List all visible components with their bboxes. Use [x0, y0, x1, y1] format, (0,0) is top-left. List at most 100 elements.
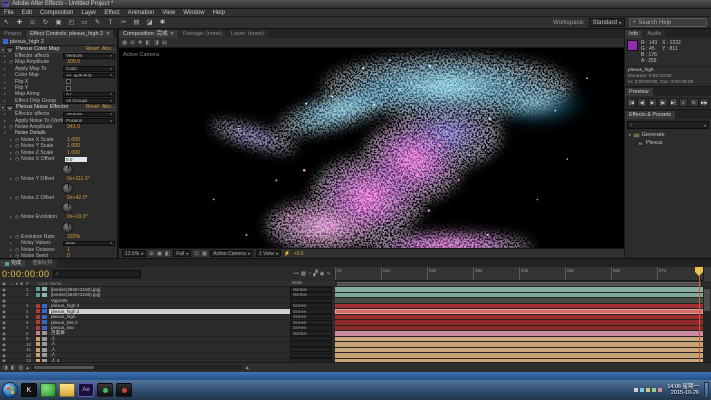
eye-icon[interactable]: ◉ — [0, 292, 8, 297]
fast-previews-icon[interactable]: ⚡ — [284, 251, 291, 257]
expand-transfer-controls-icon[interactable]: ◧ — [11, 365, 16, 371]
play-button[interactable]: ▶ — [648, 98, 657, 107]
property-dropdown[interactable]: Color▾ — [63, 66, 115, 72]
property-dropdown[interactable]: Both▾ — [63, 241, 115, 247]
menu-item[interactable]: View — [158, 10, 179, 16]
layer-name[interactable]: plexus_high — [49, 314, 290, 319]
layer-duration-bar[interactable] — [335, 337, 703, 342]
puppet-tool[interactable]: ✱ — [156, 18, 169, 28]
first-frame-button[interactable]: |◀ — [627, 98, 636, 107]
about-link[interactable]: Abo... — [102, 104, 115, 110]
exposure-value[interactable]: +0.0 — [294, 251, 304, 257]
close-icon[interactable]: × — [171, 31, 174, 37]
property-checkbox[interactable] — [66, 86, 71, 91]
taskbar-clock[interactable]: 14:06 星期一 2015-10-26 — [664, 384, 702, 397]
eye-icon[interactable]: ◉ — [0, 314, 8, 319]
region-of-interest-icon[interactable]: ⊡ — [194, 251, 199, 257]
eye-icon[interactable]: ◉ — [0, 353, 8, 358]
property-edit-field[interactable]: 0.0 — [65, 157, 87, 163]
zoom-in-mountain-icon[interactable]: ▲ — [245, 365, 250, 371]
eye-icon[interactable]: ◉ — [0, 309, 8, 314]
audio-button[interactable]: ♬ — [679, 98, 688, 107]
tray-safety-icon[interactable] — [652, 388, 656, 392]
taskbar-after-effects-icon[interactable]: Ae — [78, 383, 94, 397]
layer-duration-bar[interactable] — [335, 309, 703, 314]
layer-duration-bar[interactable] — [335, 326, 703, 331]
effect-property-row[interactable]: ◷ Noise Evolution 0x+19.0° 0x+19.0°▾ 0x+… — [0, 214, 117, 233]
blend-mode-dropdown[interactable]: Normal — [290, 331, 332, 336]
menu-item[interactable]: File — [0, 10, 18, 16]
rotation-dial[interactable] — [62, 164, 73, 175]
view-layout-dropdown[interactable]: 1 View▾ — [256, 250, 281, 257]
timeline-tab-comp[interactable]: 完成 — [0, 260, 26, 267]
current-time-indicator[interactable] — [699, 267, 700, 362]
label-color-chip[interactable] — [36, 287, 40, 291]
eye-icon[interactable]: ◉ — [0, 298, 8, 303]
resolution-dropdown[interactable]: Full▾ — [173, 250, 191, 257]
layer-duration-bar[interactable] — [335, 315, 703, 320]
about-link[interactable]: Abo... — [102, 46, 115, 52]
blend-mode-dropdown[interactable]: Screen — [290, 309, 332, 314]
layer-duration-bar[interactable] — [335, 342, 703, 347]
workspace-dropdown[interactable]: Standard▾ — [589, 18, 625, 27]
twirl-icon[interactable] — [4, 98, 9, 104]
tab-effects-presets[interactable]: Effects & Presets — [625, 111, 675, 119]
taskbar-360-browser-icon[interactable] — [40, 383, 56, 397]
layer-name[interactable]: Vignette — [49, 298, 290, 303]
blend-mode-dropdown[interactable] — [290, 353, 332, 358]
taskbar-explorer-folder-icon[interactable] — [59, 383, 75, 397]
menu-item[interactable]: Window — [179, 10, 208, 16]
tray-hidden-icons-icon[interactable] — [634, 388, 638, 392]
eye-icon[interactable]: ◉ — [0, 320, 8, 325]
layer-name[interactable]: plexus_low 2 — [49, 320, 290, 325]
property-dropdown[interactable]: Vertices▾ — [63, 112, 115, 118]
show-channel-icon[interactable]: ◧ — [165, 251, 170, 257]
effect-header-plexus-noise-effector[interactable]: ▾ fx Plexus Noise Effector Reset Abo... — [0, 104, 117, 111]
layer-duration-bar[interactable] — [335, 287, 703, 292]
title-bar[interactable]: Ae Adobe After Effects - Untitled Projec… — [0, 0, 711, 9]
label-color-chip[interactable] — [36, 293, 40, 297]
layer-name[interactable]: plexus_high 2 — [49, 309, 290, 314]
viewer-toolbar-icon[interactable]: ▦ — [122, 40, 127, 46]
next-frame-button[interactable]: |▶ — [658, 98, 667, 107]
blend-mode-dropdown[interactable] — [290, 347, 332, 352]
layer-duration-bar[interactable] — [335, 293, 703, 298]
draft-3d-icon[interactable]: ▩ — [301, 271, 306, 277]
blend-mode-dropdown[interactable]: Normal — [290, 287, 332, 292]
reset-link[interactable]: Reset — [86, 46, 99, 52]
menu-item[interactable]: Help — [209, 10, 229, 16]
zoom-tool[interactable]: ⊙ — [26, 18, 39, 28]
effect-property-row[interactable]: ◷ Noise Y Offset 0x+111.0° 0x+111.0°▾ 0x… — [0, 176, 117, 195]
label-color-chip[interactable] — [36, 309, 40, 313]
viewer-toolbar-icon[interactable]: ◧ — [145, 40, 150, 46]
camera-tool[interactable]: ▣ — [52, 18, 65, 28]
reset-link[interactable]: Reset — [86, 104, 99, 110]
snapshot-icon[interactable]: ▣ — [157, 251, 162, 257]
last-frame-button[interactable]: ▶| — [669, 98, 678, 107]
effects-category-generate[interactable]: ▾ Generate — [625, 131, 711, 139]
hand-tool[interactable]: ✚ — [13, 18, 26, 28]
selection-tool[interactable]: ↖ — [0, 18, 13, 28]
tab-footage[interactable]: Footage: (none) — [179, 30, 226, 38]
rotation-dial[interactable] — [62, 183, 73, 194]
pan-behind-tool[interactable]: ◰ — [65, 18, 78, 28]
tray-network-icon[interactable] — [640, 388, 644, 392]
label-color-chip[interactable] — [36, 353, 40, 357]
prev-frame-button[interactable]: ◀| — [637, 98, 646, 107]
blend-mode-dropdown[interactable]: Normal — [290, 292, 332, 297]
label-color-chip[interactable] — [36, 320, 40, 324]
blend-mode-dropdown[interactable]: Screen — [290, 303, 332, 308]
close-icon[interactable]: × — [106, 31, 109, 37]
label-color-chip[interactable] — [36, 315, 40, 319]
effect-header-plexus-color-map[interactable]: ▾ fx Plexus Color Map Reset Abo... — [0, 46, 117, 53]
timeline-search-input[interactable]: ⌕ — [53, 270, 141, 278]
property-checkbox[interactable] — [66, 79, 71, 84]
show-desktop-button[interactable] — [704, 382, 709, 398]
blend-mode-dropdown[interactable] — [290, 336, 332, 341]
loop-button[interactable]: ↻ — [689, 98, 698, 107]
search-help-box[interactable]: ⌕ Search Help — [629, 18, 707, 27]
current-time-display[interactable]: 0:00:00:00 — [2, 269, 50, 279]
tab-info[interactable]: Info — [625, 30, 642, 38]
menu-item[interactable]: Edit — [18, 10, 36, 16]
layer-duration-bar[interactable] — [335, 298, 703, 303]
